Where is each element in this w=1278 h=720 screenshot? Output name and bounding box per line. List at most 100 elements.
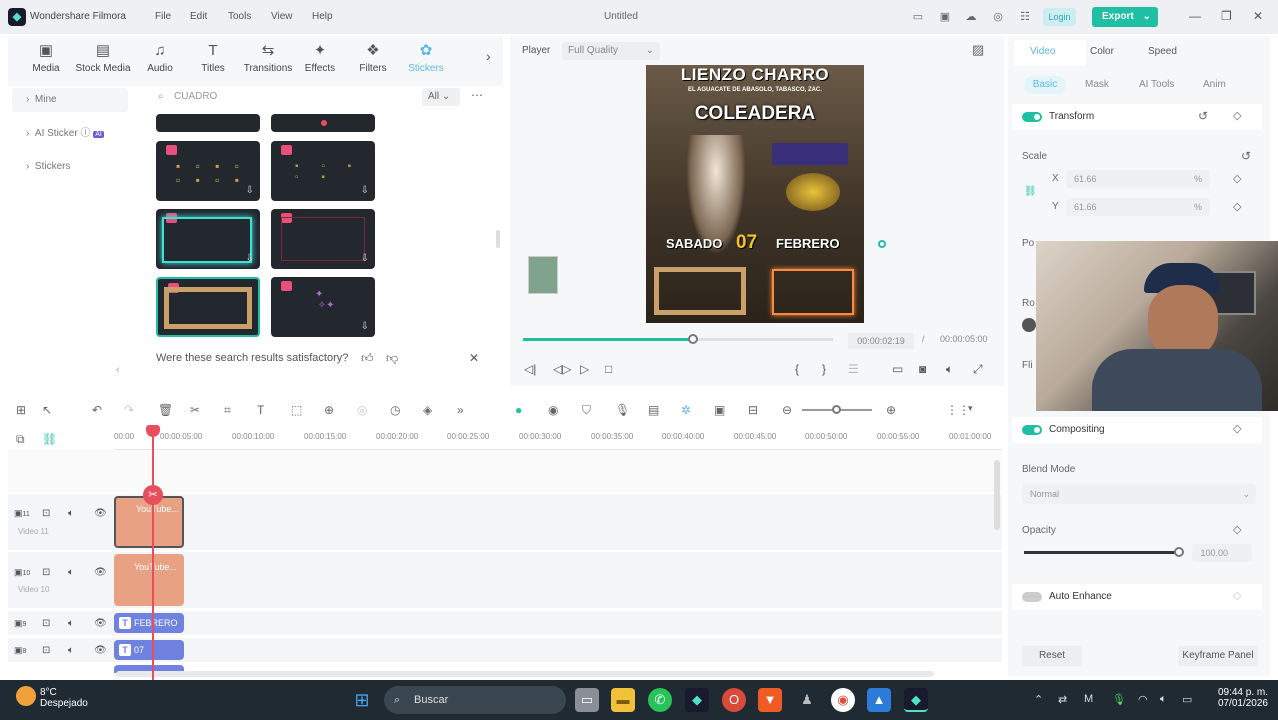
microphone-icon[interactable]: 🎙︎ (615, 403, 630, 417)
tab-media[interactable]: ▣ Media (22, 42, 70, 74)
mute-icon[interactable]: 🔈︎ (68, 618, 74, 629)
layout-icon[interactable]: ⊞ (16, 403, 26, 417)
taskbar-clock[interactable]: 09:44 p. m. 07/01/2026 (1212, 687, 1268, 709)
wifi-icon[interactable]: ◠ (1138, 693, 1148, 706)
snap-icon[interactable]: ● (515, 403, 522, 417)
chevron-right-icon[interactable]: › (486, 48, 491, 64)
subtab-ai-tools[interactable]: AI Tools (1139, 76, 1174, 94)
display-icon[interactable]: ▭ (892, 362, 903, 376)
filmora-icon[interactable]: ◆ (685, 688, 709, 712)
lock-icon[interactable]: ⊡ (42, 508, 50, 519)
file-explorer-icon[interactable]: ▬ (611, 688, 635, 712)
microphone-icon[interactable]: 🎙︎ (1112, 693, 1126, 706)
zoom-icon[interactable]: ⊕ (324, 403, 334, 417)
layout-icon[interactable]: ▭ (911, 10, 925, 24)
tab-titles[interactable]: T Titles (189, 42, 237, 74)
weather-icon[interactable] (16, 686, 36, 706)
render-icon[interactable]: ◉ (548, 403, 558, 417)
keyframe-icon[interactable]: ◇ (1233, 172, 1241, 185)
task-view-icon[interactable]: ▭ (575, 688, 599, 712)
cloud-icon[interactable]: ☁ (964, 10, 978, 24)
menu-help[interactable]: Help (312, 11, 333, 22)
clip-marker-icon[interactable]: ☰ (848, 362, 859, 376)
mute-icon[interactable]: 🔈︎ (68, 645, 74, 656)
tab-speed[interactable]: Speed (1148, 46, 1177, 57)
delete-icon[interactable]: 🗑︎ (158, 403, 173, 417)
sticker-thumb[interactable] (271, 114, 375, 132)
link-icon[interactable]: ⛓ (1024, 186, 1037, 197)
download-icon[interactable]: ⇩ (246, 185, 254, 196)
zoom-out-icon[interactable]: ⊖ (782, 403, 792, 417)
gmail-icon[interactable]: M (1084, 693, 1093, 705)
shield-icon[interactable]: ⛉ (582, 403, 591, 418)
scale-y-input[interactable]: 61.66% (1066, 198, 1210, 216)
crop-icon[interactable]: ⌗ (224, 403, 231, 418)
download-icon[interactable]: ⇩ (361, 321, 369, 332)
grid-icon[interactable]: ⋮⋮ (946, 403, 970, 417)
search-input[interactable]: CUADRO (162, 86, 432, 108)
subtab-basic[interactable]: Basic (1024, 76, 1066, 94)
split-scissors-icon[interactable]: ✂ (143, 485, 163, 505)
app-icon[interactable]: ♟ (795, 688, 819, 712)
windows-start-icon[interactable]: ⊞ (350, 688, 374, 712)
opera-icon[interactable]: O (722, 688, 746, 712)
reset-button[interactable]: Reset (1022, 646, 1082, 666)
show-hidden-icons[interactable]: ⌃ (1034, 693, 1043, 706)
play-icon[interactable]: ▷ (580, 362, 589, 376)
filter-select[interactable]: All ⌄ (422, 88, 460, 106)
subtab-mask[interactable]: Mask (1085, 76, 1109, 94)
sticker-thumb-confetti[interactable]: ▪ ▫ ▪ ▫ ▪ ⇩ (271, 141, 375, 201)
sidebar-item-stickers[interactable]: › Stickers (12, 155, 128, 179)
zoom-slider-knob[interactable] (832, 405, 841, 414)
zoom-in-icon[interactable]: ⊕ (886, 403, 896, 417)
speed-icon[interactable]: ◷ (390, 403, 400, 417)
support-icon[interactable]: ◎ (991, 10, 1005, 24)
neon-frame-sticker[interactable] (772, 269, 854, 315)
whatsapp-icon[interactable]: ✆ (648, 688, 672, 712)
current-time[interactable]: 00:00:02:19 (848, 333, 914, 349)
eye-icon[interactable]: 👁︎ (94, 618, 107, 629)
ai-icon[interactable]: ✲ (681, 403, 691, 417)
snapshot-icon[interactable]: ▨ (972, 42, 984, 58)
scrollbar[interactable] (496, 230, 500, 248)
playhead[interactable] (152, 428, 154, 680)
tab-video[interactable]: Video (1030, 46, 1055, 57)
reset-icon[interactable]: ↺ (1198, 109, 1208, 123)
auto-enhance-toggle[interactable] (1022, 592, 1042, 602)
transform-icon[interactable]: ⬚ (291, 403, 302, 417)
pip-icon[interactable]: ▣ (714, 403, 725, 417)
opacity-input[interactable]: 100.00 (1192, 544, 1252, 562)
sidebar-item-mine[interactable]: › Mine (12, 88, 128, 112)
tab-stock-media[interactable]: ▤ Stock Media (72, 42, 134, 74)
menu-tools[interactable]: Tools (228, 11, 251, 22)
color-icon[interactable]: ◎ (357, 403, 367, 417)
rotate-handle[interactable] (878, 240, 886, 248)
previous-frame-icon[interactable]: ◁| (524, 362, 536, 376)
sticker-thumb-wood-frame[interactable] (156, 277, 260, 337)
opacity-slider-track[interactable] (1024, 551, 1180, 554)
maximize-icon[interactable]: ❐ (1221, 9, 1232, 23)
thumbs-up-icon[interactable]: 👍︎ (361, 351, 374, 366)
redo-icon[interactable]: ↷ (124, 403, 134, 417)
video-clip[interactable]: YouTube... (114, 554, 184, 606)
download-icon[interactable]: ⇩ (361, 185, 369, 196)
save-icon[interactable]: ▣ (938, 10, 952, 24)
tab-transitions[interactable]: ⇆ Transitions (240, 42, 296, 74)
sticker-thumb-red-frame[interactable]: ⇩ (271, 209, 375, 269)
tab-color[interactable]: Color (1090, 46, 1114, 57)
sidebar-item-ai-sticker[interactable]: › AI Sticker ⓘ AI (12, 122, 128, 146)
transform-toggle[interactable] (1022, 112, 1042, 122)
quality-select[interactable]: Full Quality ⌄ (562, 42, 660, 60)
brave-icon[interactable]: ▼ (758, 688, 782, 712)
sticker-thumb-purple-sparks[interactable]: ✦ ✧✦ ⇩ (271, 277, 375, 337)
keyframe-icon[interactable]: ◇ (1233, 200, 1241, 213)
mute-icon[interactable]: 🔈︎ (68, 508, 74, 519)
text-clip[interactable]: T FEBRERO (114, 613, 184, 633)
split-icon[interactable]: ✂ (190, 403, 200, 417)
menu-view[interactable]: View (271, 11, 293, 22)
filmora-active-icon[interactable]: ◆ (904, 688, 928, 712)
mask-icon[interactable]: ◈ (423, 403, 432, 417)
qr-sticker[interactable] (528, 256, 558, 294)
sticker-thumb[interactable] (156, 114, 260, 132)
lock-icon[interactable]: ⊡ (42, 618, 50, 629)
